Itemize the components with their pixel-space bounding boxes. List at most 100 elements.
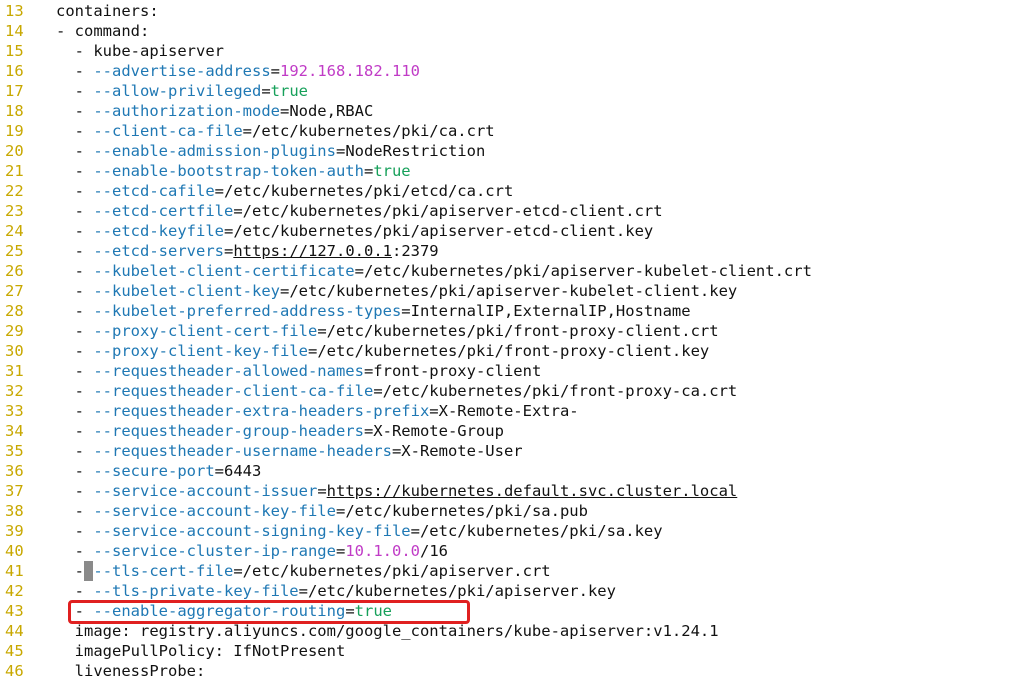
code-line[interactable]: 38 - --service-account-key-file=/etc/kub… bbox=[0, 501, 1032, 521]
flag-token: --etcd-certfile bbox=[93, 202, 234, 220]
flag-token: --enable-bootstrap-token-auth bbox=[93, 162, 364, 180]
code-line[interactable]: 14 - command: bbox=[0, 21, 1032, 41]
code-line[interactable]: 20 - --enable-admission-plugins=NodeRest… bbox=[0, 141, 1032, 161]
code-line[interactable]: 16 - --advertise-address=192.168.182.110 bbox=[0, 61, 1032, 81]
code-line[interactable]: 22 - --etcd-cafile=/etc/kubernetes/pki/e… bbox=[0, 181, 1032, 201]
code-line[interactable]: 29 - --proxy-client-cert-file=/etc/kuber… bbox=[0, 321, 1032, 341]
code-line[interactable]: 17 - --allow-privileged=true bbox=[0, 81, 1032, 101]
bool-token: true bbox=[373, 162, 411, 180]
code-line[interactable]: 25 - --etcd-servers=https://127.0.0.1:23… bbox=[0, 241, 1032, 261]
text-token: = bbox=[317, 482, 327, 500]
code-line[interactable]: 39 - --service-account-signing-key-file=… bbox=[0, 521, 1032, 541]
url-token: https://127.0.0.1 bbox=[233, 242, 392, 260]
text-token: =/etc/kubernetes/pki/apiserver-kubelet-c… bbox=[354, 262, 812, 280]
line-number: 27 bbox=[5, 282, 24, 300]
code-line[interactable]: 23 - --etcd-certfile=/etc/kubernetes/pki… bbox=[0, 201, 1032, 221]
text-token: - bbox=[74, 542, 94, 560]
line-number: 44 bbox=[5, 622, 24, 640]
text-token: - bbox=[74, 242, 94, 260]
flag-token: --proxy-client-key-file bbox=[93, 342, 308, 360]
text-token: :2379 bbox=[391, 242, 439, 260]
code-line[interactable]: 27 - --kubelet-client-key=/etc/kubernete… bbox=[0, 281, 1032, 301]
text-token: =front-proxy-client bbox=[363, 362, 542, 380]
line-content: - --requestheader-client-ca-file=/etc/ku… bbox=[56, 381, 738, 401]
code-line[interactable]: 19 - --client-ca-file=/etc/kubernetes/pk… bbox=[0, 121, 1032, 141]
code-line[interactable]: 15 - kube-apiserver bbox=[0, 41, 1032, 61]
terminal-editor[interactable]: 13 containers: 14- command: 15 - kube-apise… bbox=[0, 0, 1032, 695]
line-number: 39 bbox=[5, 522, 24, 540]
code-line[interactable]: 13 containers: bbox=[0, 1, 1032, 21]
text-token: - bbox=[74, 502, 94, 520]
line-content: - --service-account-signing-key-file=/et… bbox=[56, 521, 663, 541]
code-line[interactable]: 35 - --requestheader-username-headers=X-… bbox=[0, 441, 1032, 461]
code-line[interactable]: 41 - --tls-cert-file=/etc/kubernetes/pki… bbox=[0, 561, 1032, 581]
text-token: - bbox=[74, 582, 94, 600]
text-token: =X-Remote-User bbox=[391, 442, 523, 460]
flag-token: --etcd-servers bbox=[93, 242, 224, 260]
code-line[interactable]: 40 - --service-cluster-ip-range=10.1.0.0… bbox=[0, 541, 1032, 561]
line-number: 45 bbox=[5, 642, 24, 660]
code-line[interactable]: 24 - --etcd-keyfile=/etc/kubernetes/pki/… bbox=[0, 221, 1032, 241]
text-token: = bbox=[363, 162, 374, 180]
code-line[interactable]: 46 livenessProbe: bbox=[0, 661, 1032, 681]
line-content: - --proxy-client-key-file=/etc/kubernete… bbox=[56, 341, 710, 361]
text-token: - bbox=[74, 442, 94, 460]
line-content: - --enable-admission-plugins=NodeRestric… bbox=[56, 141, 486, 161]
text-token: = bbox=[335, 542, 346, 560]
line-content: - --authorization-mode=Node,RBAC bbox=[56, 101, 374, 121]
line-content: - --enable-bootstrap-token-auth=true bbox=[56, 161, 411, 181]
line-content: - --client-ca-file=/etc/kubernetes/pki/c… bbox=[56, 121, 495, 141]
line-number: 46 bbox=[5, 662, 24, 680]
text-token: - bbox=[74, 482, 94, 500]
line-content: - --secure-port=6443 bbox=[56, 461, 262, 481]
text-token: - bbox=[74, 382, 94, 400]
text-token: - bbox=[74, 102, 94, 120]
line-content: - --allow-privileged=true bbox=[56, 81, 308, 101]
code-line[interactable]: 36 - --secure-port=6443 bbox=[0, 461, 1032, 481]
line-number: 15 bbox=[5, 42, 24, 60]
code-line[interactable]: 18 - --authorization-mode=Node,RBAC bbox=[0, 101, 1032, 121]
line-content: - --service-account-key-file=/etc/kubern… bbox=[56, 501, 588, 521]
flag-token: --client-ca-file bbox=[93, 122, 243, 140]
line-content: - --etcd-keyfile=/etc/kubernetes/pki/api… bbox=[56, 221, 654, 241]
text-token: =InternalIP,ExternalIP,Hostname bbox=[401, 302, 691, 320]
line-number: 42 bbox=[5, 582, 24, 600]
line-number: 30 bbox=[5, 342, 24, 360]
line-number: 40 bbox=[5, 542, 24, 560]
line-content: image: registry.aliyuncs.com/google_cont… bbox=[56, 621, 719, 641]
line-content: - --tls-private-key-file=/etc/kubernetes… bbox=[56, 581, 616, 601]
text-token: = bbox=[224, 242, 234, 260]
line-number: 26 bbox=[5, 262, 24, 280]
code-line[interactable]: 45 imagePullPolicy: IfNotPresent bbox=[0, 641, 1032, 661]
line-number: 33 bbox=[5, 402, 24, 420]
text-token: - bbox=[74, 422, 94, 440]
code-line[interactable]: 30 - --proxy-client-key-file=/etc/kubern… bbox=[0, 341, 1032, 361]
code-line[interactable]: 34 - --requestheader-group-headers=X-Rem… bbox=[0, 421, 1032, 441]
flag-token: --service-account-signing-key-file bbox=[93, 522, 411, 540]
line-content: imagePullPolicy: IfNotPresent bbox=[56, 641, 346, 661]
text-token: =/etc/kubernetes/pki/apiserver.crt bbox=[233, 562, 551, 580]
text-token: = bbox=[270, 62, 280, 80]
line-content: - --kubelet-client-key=/etc/kubernetes/p… bbox=[56, 281, 738, 301]
flag-token: --enable-admission-plugins bbox=[93, 142, 336, 160]
flag-token: --requestheader-client-ca-file bbox=[93, 382, 374, 400]
flag-token: --requestheader-extra-headers-prefix bbox=[93, 402, 430, 420]
text-token: - kube-apiserver bbox=[74, 42, 224, 60]
line-number: 17 bbox=[5, 82, 24, 100]
flag-token: --secure-port bbox=[93, 462, 215, 480]
code-line[interactable]: 42 - --tls-private-key-file=/etc/kuberne… bbox=[0, 581, 1032, 601]
code-line[interactable]: 21 - --enable-bootstrap-token-auth=true bbox=[0, 161, 1032, 181]
code-line[interactable]: 28 - --kubelet-preferred-address-types=I… bbox=[0, 301, 1032, 321]
text-token: =/etc/kubernetes/pki/etcd/ca.crt bbox=[214, 182, 514, 200]
text-token: - bbox=[74, 142, 94, 160]
line-number: 37 bbox=[5, 482, 24, 500]
flag-token: --advertise-address bbox=[93, 62, 271, 80]
code-line[interactable]: 44 image: registry.aliyuncs.com/google_c… bbox=[0, 621, 1032, 641]
value-token: 192.168.182.110 bbox=[280, 62, 420, 80]
code-line[interactable]: 31 - --requestheader-allowed-names=front… bbox=[0, 361, 1032, 381]
code-line[interactable]: 37 - --service-account-issuer=https://ku… bbox=[0, 481, 1032, 501]
code-line[interactable]: 32 - --requestheader-client-ca-file=/etc… bbox=[0, 381, 1032, 401]
code-line[interactable]: 33 - --requestheader-extra-headers-prefi… bbox=[0, 401, 1032, 421]
code-line[interactable]: 26 - --kubelet-client-certificate=/etc/k… bbox=[0, 261, 1032, 281]
line-content: - --etcd-certfile=/etc/kubernetes/pki/ap… bbox=[56, 201, 663, 221]
